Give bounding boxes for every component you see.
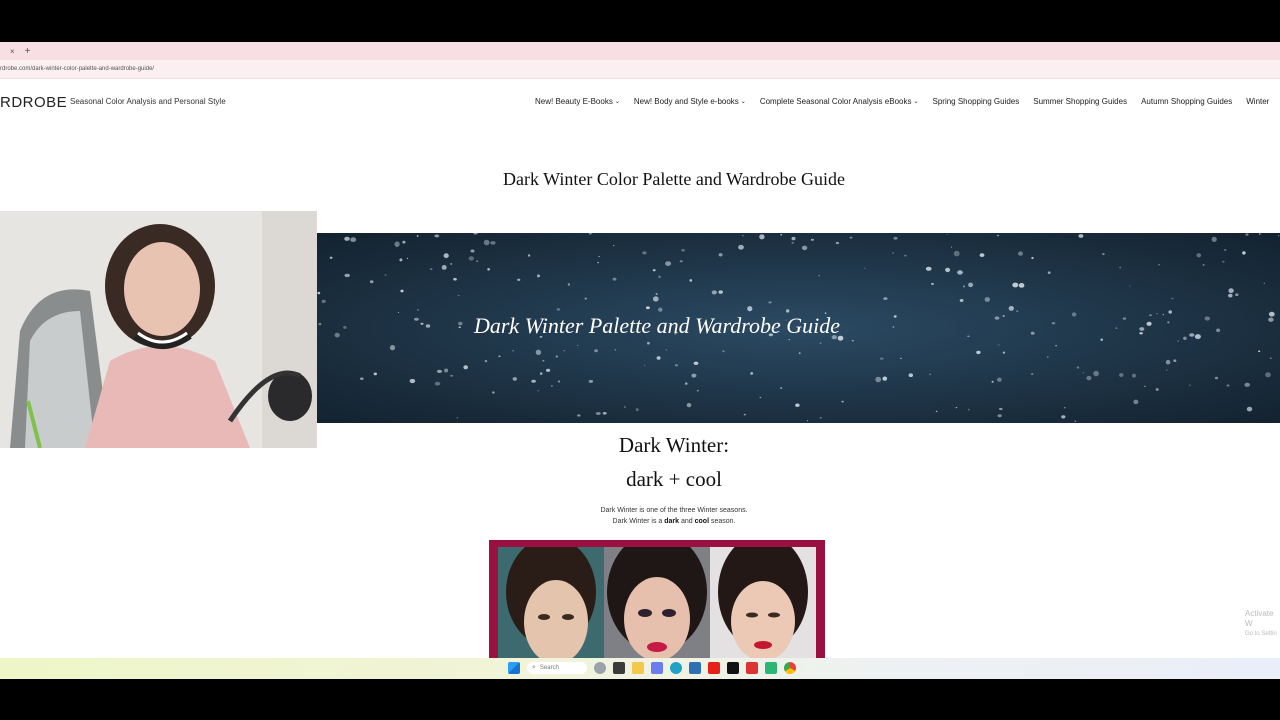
- app-icon[interactable]: [765, 662, 777, 674]
- nav-item-label: Winter: [1246, 97, 1270, 106]
- nav-item-complete-ebooks[interactable]: Complete Seasonal Color Analysis eBooks …: [760, 97, 919, 106]
- app-icon[interactable]: [651, 662, 663, 674]
- intro-bold-dark: dark: [664, 518, 680, 525]
- nav-item-label: Complete Seasonal Color Analysis eBooks: [759, 97, 912, 106]
- nav-item-label: New! Beauty E-Books: [535, 97, 613, 106]
- close-tab-icon[interactable]: ×: [10, 47, 15, 56]
- nav-item-label: Autumn Shopping Guides: [1141, 97, 1233, 106]
- windows-activation-watermark: Activate W Go to Settin: [1245, 609, 1280, 639]
- site-logo[interactable]: RDROBE: [0, 94, 67, 111]
- dark-winter-celebrity-photo: [489, 540, 825, 660]
- intro-bold-cool: cool: [694, 518, 710, 525]
- search-icon: ⌕: [532, 664, 536, 671]
- intro-line-2: Dark Winter is a dark and cool season.: [34, 516, 1280, 527]
- nav-item-label: Summer Shopping Guides: [1033, 97, 1128, 106]
- address-bar[interactable]: rdrobe.com/dark-winter-color-palette-and…: [0, 60, 1280, 79]
- hero-banner: Dark Winter Palette and Wardrobe Guide: [317, 233, 1280, 423]
- webcam-overlay: [0, 211, 317, 448]
- app-icon[interactable]: [746, 662, 758, 674]
- chevron-down-icon: ⌄: [740, 99, 746, 105]
- widgets-icon[interactable]: [594, 662, 606, 674]
- edge-icon[interactable]: [670, 662, 682, 674]
- chrome-icon[interactable]: [784, 662, 796, 674]
- browser-window: × + rdrobe.com/dark-winter-color-palette…: [0, 42, 1280, 679]
- intro-text: Dark Winter is a: [612, 518, 665, 525]
- nav-item-body-style-ebooks[interactable]: New! Body and Style e-books ⌄: [634, 97, 746, 106]
- intro-paragraph: Dark Winter is one of the three Winter s…: [34, 505, 1280, 527]
- intro-text: season.: [709, 518, 736, 525]
- windows-start-icon[interactable]: [508, 662, 520, 674]
- portrait-1: [498, 547, 604, 660]
- main-nav: New! Beauty E-Books ⌄ New! Body and Styl…: [535, 97, 1280, 106]
- nav-item-summer-guides[interactable]: Summer Shopping Guides: [1033, 97, 1127, 106]
- url-text[interactable]: rdrobe.com/dark-winter-color-palette-and…: [0, 66, 154, 72]
- chevron-down-icon: ⌄: [913, 99, 919, 105]
- windows-taskbar: ⌕ Search: [0, 658, 1280, 679]
- task-view-icon[interactable]: [613, 662, 625, 674]
- taskbar-search-input[interactable]: ⌕ Search: [527, 662, 587, 674]
- new-tab-button[interactable]: +: [25, 46, 31, 57]
- intro-text: and: [679, 518, 695, 525]
- nav-item-winter[interactable]: Winter: [1246, 97, 1269, 106]
- section-heading: Dark Winter:: [618, 433, 730, 457]
- search-placeholder: Search: [539, 665, 559, 671]
- chevron-down-icon: ⌄: [614, 99, 620, 105]
- site-header: RDROBE Seasonal Color Analysis and Perso…: [0, 79, 1280, 127]
- tiktok-icon[interactable]: [727, 662, 739, 674]
- activate-line-1: Activate W: [1245, 609, 1274, 628]
- intro-line-1: Dark Winter is one of the three Winter s…: [600, 507, 748, 514]
- nav-item-spring-guides[interactable]: Spring Shopping Guides: [933, 97, 1020, 106]
- page-title: Dark Winter Color Palette and Wardrobe G…: [502, 169, 846, 189]
- nav-item-beauty-ebooks[interactable]: New! Beauty E-Books ⌄: [535, 97, 620, 106]
- store-icon[interactable]: [689, 662, 701, 674]
- presenter-video: [0, 211, 317, 448]
- file-explorer-icon[interactable]: [632, 662, 644, 674]
- banner-title: Dark Winter Palette and Wardrobe Guide: [473, 313, 840, 338]
- youtube-icon[interactable]: [708, 662, 720, 674]
- nav-item-autumn-guides[interactable]: Autumn Shopping Guides: [1141, 97, 1232, 106]
- nav-item-label: Spring Shopping Guides: [932, 97, 1020, 106]
- section-subheading: dark + cool: [626, 467, 722, 491]
- activate-line-2: Go to Settin: [1245, 631, 1277, 637]
- tab-bar: × +: [0, 42, 1280, 60]
- nav-item-label: New! Body and Style e-books: [633, 97, 739, 106]
- site-tagline: Seasonal Color Analysis and Personal Sty…: [70, 97, 226, 106]
- portrait-3: [710, 547, 816, 660]
- portrait-2: [604, 547, 710, 660]
